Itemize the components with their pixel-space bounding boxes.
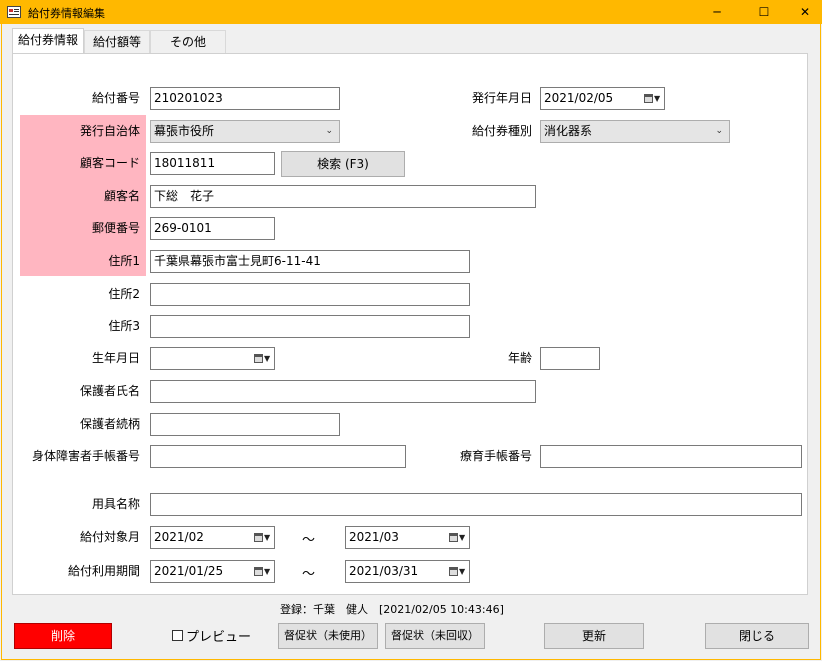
yogu-name-label: 用具名称 bbox=[91, 497, 140, 511]
kokyaku-code-field[interactable]: 18011811 bbox=[150, 152, 275, 175]
close-window-button[interactable]: ✕ bbox=[782, 0, 822, 24]
search-button[interactable]: 検索 (F3) bbox=[281, 151, 405, 177]
kyufu-shubetsu-select[interactable]: 消化器系 ⌄ bbox=[540, 120, 730, 143]
preview-label: プレビュー bbox=[186, 630, 252, 645]
minimize-button[interactable]: ─ bbox=[694, 0, 740, 24]
app-icon bbox=[7, 6, 21, 18]
address2-field[interactable] bbox=[150, 283, 470, 306]
tab-other[interactable]: その他 bbox=[150, 30, 226, 54]
hakko-date-picker[interactable]: 2021/02/05 ▼ bbox=[540, 87, 665, 110]
checkbox-icon[interactable] bbox=[172, 630, 183, 641]
yogu-name-field[interactable] bbox=[150, 493, 802, 516]
kokyaku-name-field[interactable]: 下総 花子 bbox=[150, 185, 536, 208]
address2-label: 住所2 bbox=[108, 287, 140, 301]
tokusoku-uncollected-button[interactable]: 督促状（未回収） bbox=[385, 623, 485, 649]
guardian-relation-field[interactable] bbox=[150, 413, 340, 436]
address3-field[interactable] bbox=[150, 315, 470, 338]
update-button[interactable]: 更新 bbox=[544, 623, 644, 649]
hakko-date-value: 2021/02/05 bbox=[544, 91, 614, 105]
birthday-picker[interactable]: ▼ bbox=[150, 347, 275, 370]
shintai-techo-label: 身体障害者手帳番号 bbox=[31, 449, 140, 463]
shintai-techo-field[interactable] bbox=[150, 445, 406, 468]
calendar-dropdown-icon[interactable]: ▼ bbox=[254, 566, 271, 578]
jichitai-select[interactable]: 幕張市役所 ⌄ bbox=[150, 120, 340, 143]
address3-label: 住所3 bbox=[108, 319, 140, 333]
taisho-month-to-value: 2021/03 bbox=[349, 530, 399, 544]
kyufu-no-label: 給付番号 bbox=[91, 91, 140, 105]
guardian-name-field[interactable] bbox=[150, 380, 536, 403]
kyufu-shubetsu-label: 給付券種別 bbox=[471, 124, 532, 138]
taisho-month-from-value: 2021/02 bbox=[154, 530, 204, 544]
tab-kyufu-info[interactable]: 給付券情報 bbox=[12, 28, 84, 53]
calendar-dropdown-icon[interactable]: ▼ bbox=[449, 532, 466, 544]
riyo-period-from-picker[interactable]: 2021/01/25 ▼ bbox=[150, 560, 275, 583]
hakko-date-label: 発行年月日 bbox=[471, 91, 532, 105]
tokusoku-unused-button[interactable]: 督促状（未使用） bbox=[278, 623, 378, 649]
taisho-month-from-picker[interactable]: 2021/02 ▼ bbox=[150, 526, 275, 549]
riyo-period-from-value: 2021/01/25 bbox=[154, 564, 224, 578]
range-separator: ～ bbox=[302, 567, 316, 582]
close-button[interactable]: 閉じる bbox=[705, 623, 809, 649]
address1-label: 住所1 bbox=[108, 254, 140, 268]
riyo-period-to-picker[interactable]: 2021/03/31 ▼ bbox=[345, 560, 470, 583]
calendar-dropdown-icon[interactable]: ▼ bbox=[449, 566, 466, 578]
address1-field[interactable]: 千葉県幕張市富士見町6-11-41 bbox=[150, 250, 470, 273]
registration-status: 登録：千葉 健人 [2021/02/05 10:43:46] bbox=[280, 603, 504, 616]
window-title: 給付券情報編集 bbox=[28, 7, 105, 20]
delete-button[interactable]: 削除 bbox=[14, 623, 112, 649]
kokyaku-name-label: 顧客名 bbox=[103, 189, 140, 203]
kyufu-no-field[interactable]: 210201023 bbox=[150, 87, 340, 110]
calendar-dropdown-icon[interactable]: ▼ bbox=[644, 93, 661, 105]
age-label: 年齢 bbox=[507, 351, 532, 365]
jichitai-value: 幕張市役所 bbox=[154, 124, 215, 138]
taisho-month-to-picker[interactable]: 2021/03 ▼ bbox=[345, 526, 470, 549]
age-field[interactable] bbox=[540, 347, 600, 370]
title-bar: 給付券情報編集 ─ ☐ ✕ bbox=[0, 0, 822, 24]
calendar-dropdown-icon[interactable]: ▼ bbox=[254, 353, 271, 365]
tab-kyufu-amount[interactable]: 給付額等 bbox=[84, 30, 150, 54]
riyo-period-to-value: 2021/03/31 bbox=[349, 564, 419, 578]
maximize-button[interactable]: ☐ bbox=[741, 0, 787, 24]
yubin-label: 郵便番号 bbox=[91, 221, 140, 235]
chevron-down-icon: ⌄ bbox=[715, 126, 723, 136]
range-separator: ～ bbox=[302, 533, 316, 548]
ryoiku-techo-field[interactable] bbox=[540, 445, 802, 468]
chevron-down-icon: ⌄ bbox=[325, 126, 333, 136]
birthday-label: 生年月日 bbox=[91, 351, 140, 365]
guardian-name-label: 保護者氏名 bbox=[79, 384, 140, 398]
guardian-relation-label: 保護者続柄 bbox=[79, 417, 140, 431]
calendar-dropdown-icon[interactable]: ▼ bbox=[254, 532, 271, 544]
riyo-period-label: 給付利用期間 bbox=[67, 564, 140, 578]
jichitai-label: 発行自治体 bbox=[79, 124, 140, 138]
kokyaku-code-label: 顧客コード bbox=[79, 156, 140, 170]
ryoiku-techo-label: 療育手帳番号 bbox=[459, 449, 532, 463]
taisho-month-label: 給付対象月 bbox=[79, 530, 140, 544]
yubin-field[interactable]: 269-0101 bbox=[150, 217, 275, 240]
kyufu-shubetsu-value: 消化器系 bbox=[544, 124, 593, 138]
